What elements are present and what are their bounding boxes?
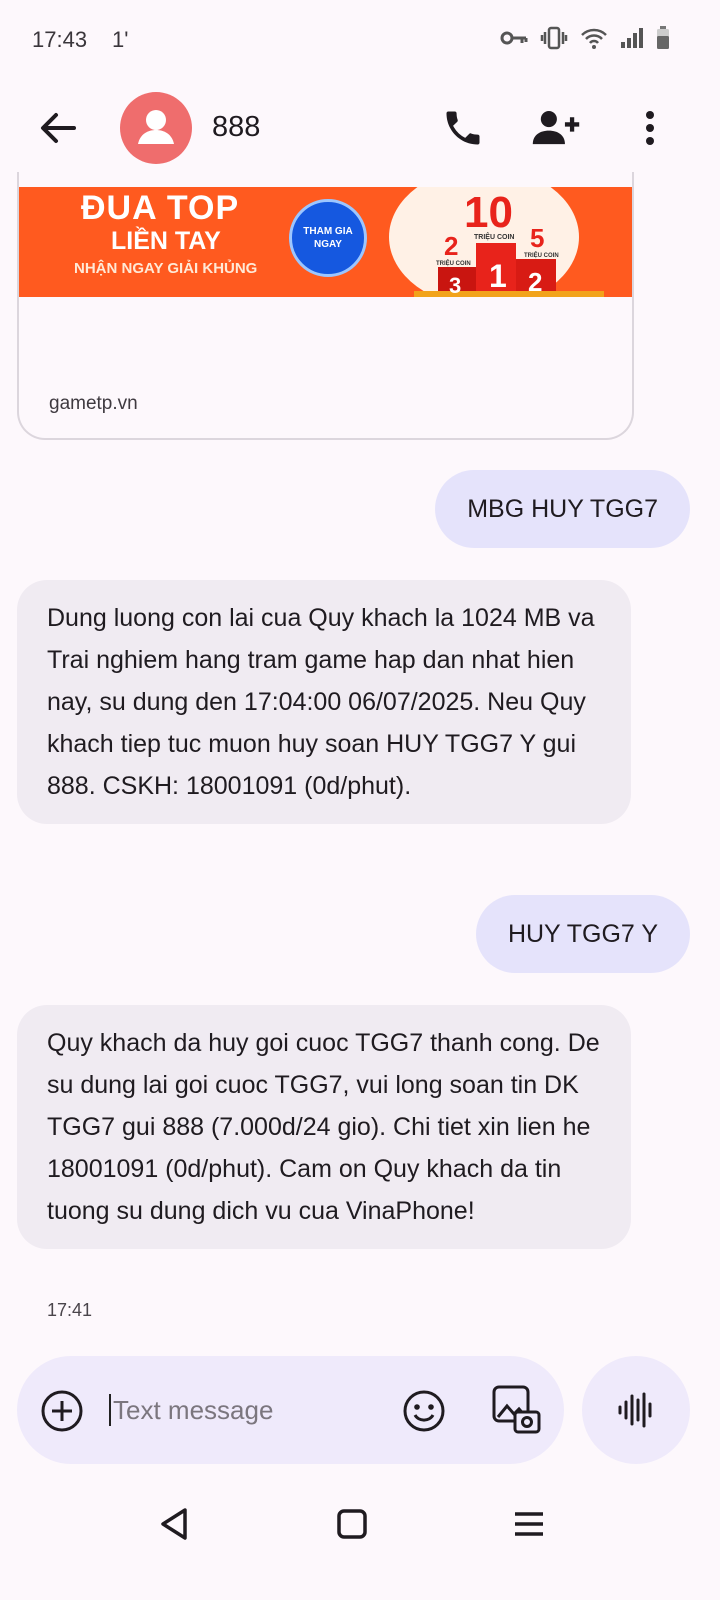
message-text: Quy khach da huy goi cuoc TGG7 thanh con… xyxy=(47,1029,600,1225)
link-preview-card[interactable]: ĐUA TOP LIỀN TAY NHẬN NGAY GIẢI KHỦNG TH… xyxy=(17,172,634,440)
prize-unit-3: TRIỆU COIN xyxy=(436,259,471,267)
status-time: 17:43 xyxy=(32,27,88,52)
prize-unit-1: TRIỆU COIN xyxy=(474,232,514,241)
conversation-header: 888 xyxy=(0,84,720,172)
prize-amount-1: 10 xyxy=(464,188,513,237)
incoming-message[interactable]: Dung luong con lai cua Quy khach la 1024… xyxy=(17,580,631,824)
podium-rank-1: 1 xyxy=(489,258,507,294)
vibrate-icon xyxy=(540,26,568,50)
contact-name[interactable]: 888 xyxy=(212,111,260,144)
message-input[interactable]: Text message xyxy=(109,1394,273,1426)
podium-rank-3: 3 xyxy=(449,273,461,297)
vpn-key-icon xyxy=(500,31,528,45)
prize-unit-2: TRIỆU COIN xyxy=(524,251,559,259)
message-text: MBG HUY TGG7 xyxy=(467,495,658,523)
voice-message-button[interactable] xyxy=(582,1356,690,1464)
audio-waveform-icon xyxy=(618,1392,652,1428)
link-domain: gametp.vn xyxy=(49,393,138,414)
add-contact-button[interactable] xyxy=(530,102,582,154)
status-bar: 17:43 1' xyxy=(0,0,720,80)
system-navigation-bar xyxy=(0,1490,720,1560)
avatar[interactable] xyxy=(120,92,192,164)
phone-icon xyxy=(446,111,480,145)
join-now-badge: THAM GIA NGAY xyxy=(289,199,367,277)
message-text: HUY TGG7 Y xyxy=(507,920,658,948)
add-attachment-icon[interactable] xyxy=(39,1388,85,1434)
banner-subheadline: LIỀN TAY xyxy=(111,227,221,255)
emoji-icon[interactable] xyxy=(401,1388,447,1434)
promo-banner: ĐUA TOP LIỀN TAY NHẬN NGAY GIẢI KHỦNG TH… xyxy=(19,187,632,297)
gallery-icon[interactable] xyxy=(491,1384,541,1436)
podium-rank-2: 2 xyxy=(528,267,542,297)
nav-menu-icon[interactable] xyxy=(509,1504,549,1544)
back-arrow-icon[interactable] xyxy=(34,104,82,152)
more-options-button[interactable] xyxy=(624,102,676,154)
banner-tagline: NHẬN NGAY GIẢI KHỦNG xyxy=(74,260,258,277)
call-button[interactable] xyxy=(437,102,489,154)
message-timestamp: 17:41 xyxy=(47,1300,93,1320)
signal-icon xyxy=(621,28,643,48)
more-vert-icon xyxy=(646,111,654,145)
network-indicator: 1' xyxy=(112,27,129,52)
nav-home-icon[interactable] xyxy=(332,1504,372,1544)
outgoing-message[interactable]: MBG HUY TGG7 xyxy=(435,470,690,548)
prize-amount-3: 2 xyxy=(444,231,458,261)
add-person-icon xyxy=(532,111,580,145)
wifi-icon xyxy=(581,28,607,49)
incoming-message[interactable]: Quy khach da huy goi cuoc TGG7 thanh con… xyxy=(17,1005,631,1249)
podium-icon: 10 2 5 TRIỆU COIN TRIỆU COIN TRIỆU COIN … xyxy=(414,188,604,297)
outgoing-message[interactable]: HUY TGG7 Y xyxy=(475,895,690,973)
prize-amount-2: 5 xyxy=(530,223,544,253)
person-icon xyxy=(138,110,174,144)
banner-headline: ĐUA TOP xyxy=(81,189,240,227)
battery-icon xyxy=(657,26,669,49)
compose-bar: Text message xyxy=(17,1356,564,1464)
message-text: Dung luong con lai cua Quy khach la 1024… xyxy=(47,604,595,800)
nav-back-icon[interactable] xyxy=(155,1504,195,1544)
